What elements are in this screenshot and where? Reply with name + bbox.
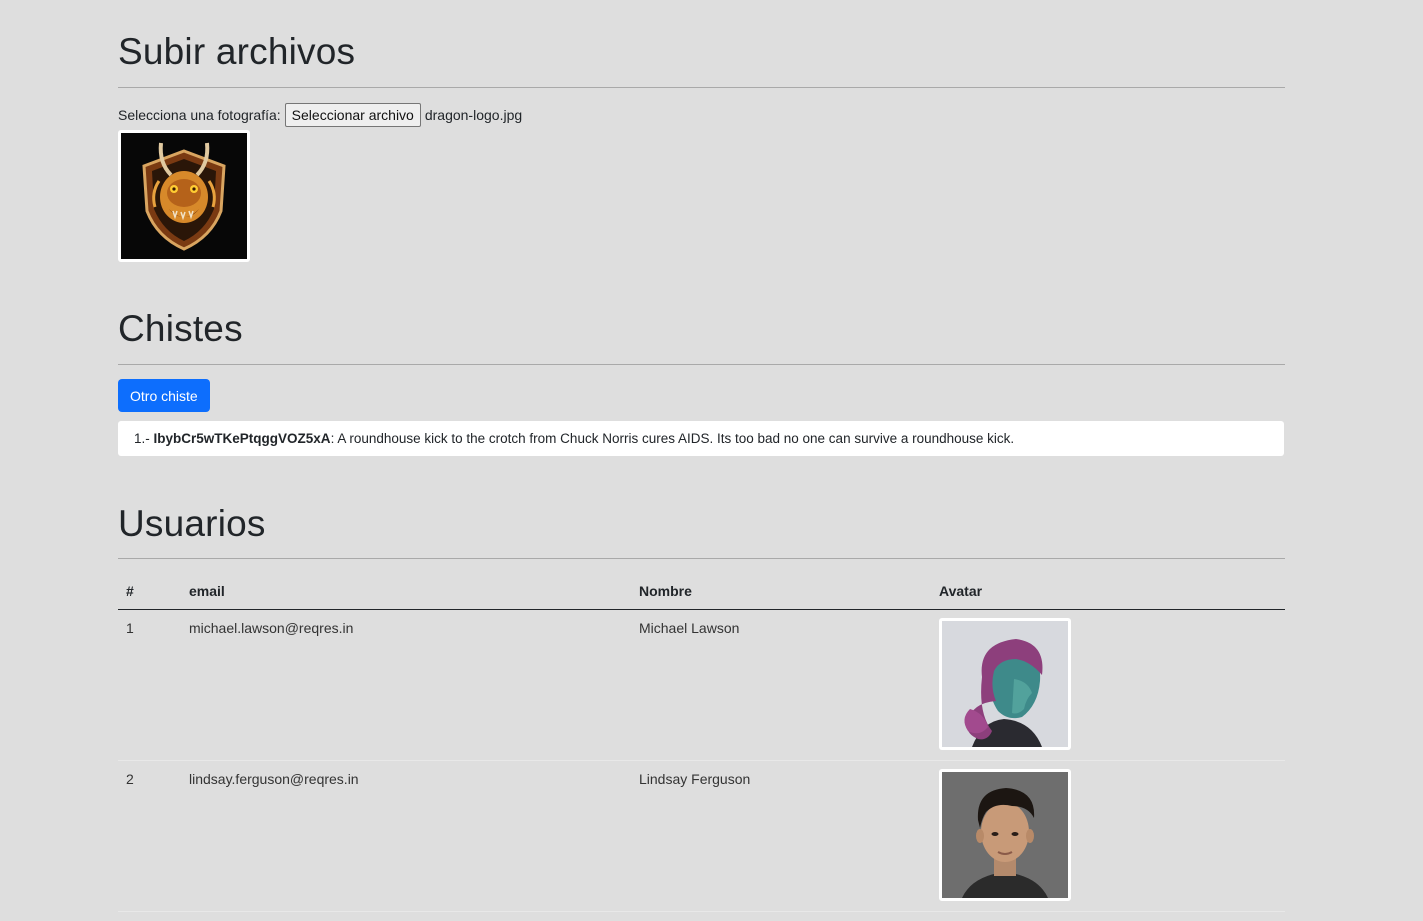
- column-header-number: #: [118, 572, 181, 610]
- avatar: [939, 769, 1071, 901]
- column-header-name: Nombre: [631, 572, 931, 610]
- cell-email: michael.lawson@reqres.in: [181, 609, 631, 761]
- jokes-divider: [118, 364, 1285, 365]
- cell-name: Michael Lawson: [631, 609, 931, 761]
- upload-title: Subir archivos: [118, 31, 356, 72]
- cell-avatar: [931, 760, 1285, 912]
- cell-number: 1: [118, 609, 181, 761]
- avatar: [939, 618, 1071, 750]
- users-title: Usuarios: [118, 503, 266, 544]
- file-input-label: Selecciona una fotografía:: [118, 107, 281, 123]
- uploaded-image-preview: [118, 130, 250, 262]
- table-row: 1 michael.lawson@reqres.in Michael Lawso…: [118, 609, 1285, 761]
- users-divider: [118, 558, 1285, 559]
- joke-index: 1.-: [134, 431, 150, 446]
- joke-id: IbybCr5wTKePtqggVOZ5xA: [153, 431, 331, 446]
- avatar-portrait-woman: [942, 621, 1068, 747]
- column-header-avatar: Avatar: [931, 572, 1285, 610]
- cell-email: lindsay.ferguson@reqres.in: [181, 760, 631, 912]
- column-header-email: email: [181, 572, 631, 610]
- jokes-title: Chistes: [118, 308, 243, 349]
- cell-avatar: [931, 609, 1285, 761]
- joke-text: : A roundhouse kick to the crotch from C…: [330, 431, 1015, 446]
- table-header-row: # email Nombre Avatar: [118, 572, 1285, 610]
- table-row: 2 lindsay.ferguson@reqres.in Lindsay Fer…: [118, 760, 1285, 912]
- dragon-logo-image: [121, 133, 247, 259]
- upload-divider: [118, 87, 1285, 88]
- selected-file-name: dragon-logo.jpg: [424, 107, 523, 123]
- joke-list-item: 1.- IbybCr5wTKePtqggVOZ5xA: A roundhouse…: [118, 421, 1284, 456]
- dragon-shield-icon: [121, 133, 247, 259]
- cell-name: Lindsay Ferguson: [631, 760, 931, 912]
- cell-number: 2: [118, 760, 181, 912]
- choose-file-button[interactable]: Seleccionar archivo: [284, 103, 421, 127]
- avatar-portrait-man: [942, 772, 1068, 898]
- another-joke-button[interactable]: Otro chiste: [118, 379, 210, 412]
- file-upload-row: Selecciona una fotografía: Seleccionar a…: [118, 103, 522, 127]
- users-table: # email Nombre Avatar 1 michael.lawson@r…: [118, 572, 1285, 912]
